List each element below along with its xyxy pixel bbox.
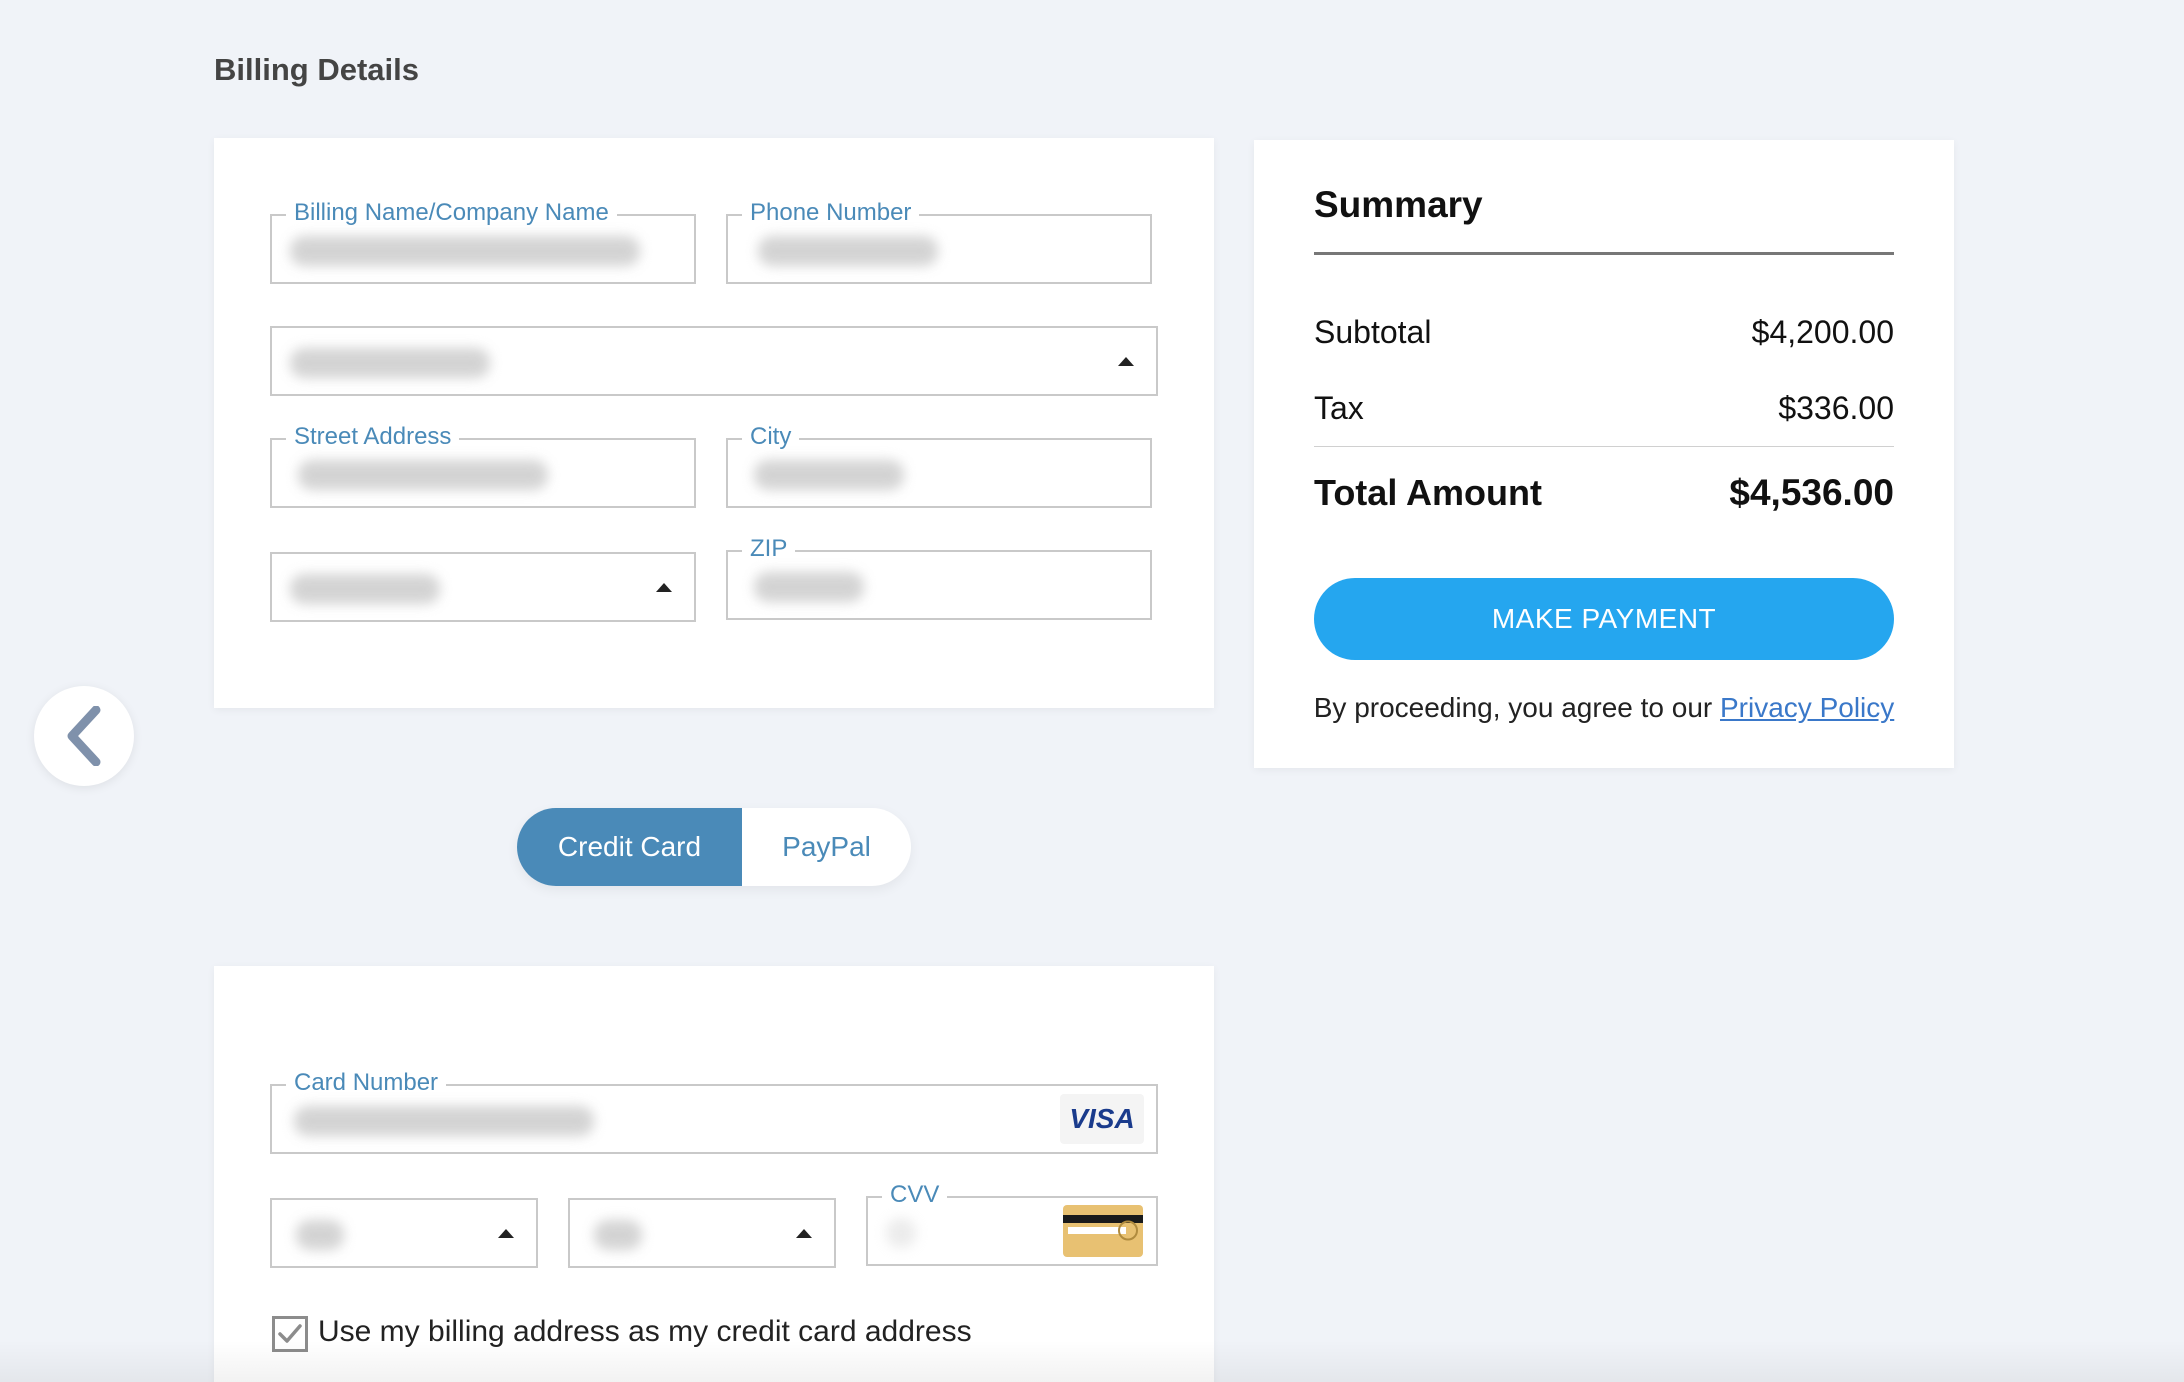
card-number-value (294, 1106, 594, 1136)
card-details-card: Card Number VISA CVV Use my billing addr… (214, 966, 1214, 1382)
billing-name-value (290, 236, 640, 266)
city-label: City (742, 420, 800, 454)
summary-divider (1314, 252, 1894, 255)
card-number-label: Card Number (286, 1066, 447, 1100)
phone-number-label: Phone Number (742, 196, 920, 230)
visa-icon: VISA (1060, 1094, 1144, 1144)
summary-title: Summary (1314, 184, 1483, 225)
use-billing-label: Use my billing address as my credit card… (318, 1315, 972, 1348)
total-label: Total Amount (1314, 472, 1542, 513)
country-select[interactable] (270, 326, 1158, 396)
zip-label: ZIP (742, 532, 796, 566)
total-value: $4,536.00 (1729, 472, 1894, 513)
payment-method-toggle: Credit Card PayPal (517, 808, 911, 886)
privacy-policy-link[interactable]: Privacy Policy (1720, 692, 1894, 723)
phone-number-value (758, 236, 938, 266)
use-billing-checkbox[interactable] (272, 1316, 308, 1352)
checkout-page: Billing Details Billing Name/Company Nam… (0, 0, 2184, 1382)
tax-value: $336.00 (1778, 390, 1894, 426)
billing-name-label: Billing Name/Company Name (286, 196, 617, 230)
expiry-year-value (594, 1220, 642, 1250)
tab-paypal[interactable]: PayPal (742, 808, 911, 886)
billing-form-card: Billing Name/Company Name Phone Number S… (214, 138, 1214, 708)
country-select-value (290, 348, 490, 378)
caret-up-icon (498, 1229, 514, 1238)
back-button[interactable] (34, 686, 134, 786)
city-field[interactable]: City (726, 420, 1152, 508)
total-row: Total Amount $4,536.00 (1314, 472, 1894, 514)
cvv-value (886, 1218, 916, 1248)
chevron-left-icon (67, 706, 101, 766)
tab-credit-card[interactable]: Credit Card (517, 808, 742, 886)
state-select-value (290, 574, 440, 604)
cvv-field[interactable]: CVV (866, 1178, 1158, 1266)
summary-card: Summary Subtotal $4,200.00 Tax $336.00 T… (1254, 140, 1954, 768)
subtotal-label: Subtotal (1314, 314, 1432, 350)
make-payment-button[interactable]: MAKE PAYMENT (1314, 578, 1894, 660)
city-value (754, 460, 904, 490)
billing-name-field[interactable]: Billing Name/Company Name (270, 196, 696, 284)
street-address-field[interactable]: Street Address (270, 420, 696, 508)
total-divider (1314, 446, 1894, 447)
page-title: Billing Details (214, 52, 419, 87)
agreement-prefix: By proceeding, you agree to our (1313, 692, 1720, 723)
caret-up-icon (1118, 357, 1134, 366)
expiry-year-select[interactable] (568, 1198, 836, 1268)
card-number-field[interactable]: Card Number VISA (270, 1066, 1158, 1154)
tax-label: Tax (1314, 390, 1364, 426)
zip-value (754, 572, 864, 602)
checkmark-icon (278, 1324, 302, 1343)
subtotal-row: Subtotal $4,200.00 (1314, 314, 1894, 351)
cvv-label: CVV (882, 1178, 948, 1212)
phone-number-field[interactable]: Phone Number (726, 196, 1152, 284)
street-address-label: Street Address (286, 420, 460, 454)
agreement-text: By proceeding, you agree to our Privacy … (1254, 692, 1954, 724)
zip-field[interactable]: ZIP (726, 532, 1152, 620)
caret-up-icon (656, 583, 672, 592)
caret-up-icon (796, 1229, 812, 1238)
expiry-month-value (296, 1220, 344, 1250)
street-address-value (298, 460, 548, 490)
subtotal-value: $4,200.00 (1751, 314, 1894, 350)
state-select[interactable] (270, 552, 696, 622)
expiry-month-select[interactable] (270, 1198, 538, 1268)
card-back-icon (1063, 1205, 1143, 1257)
tax-row: Tax $336.00 (1314, 390, 1894, 427)
